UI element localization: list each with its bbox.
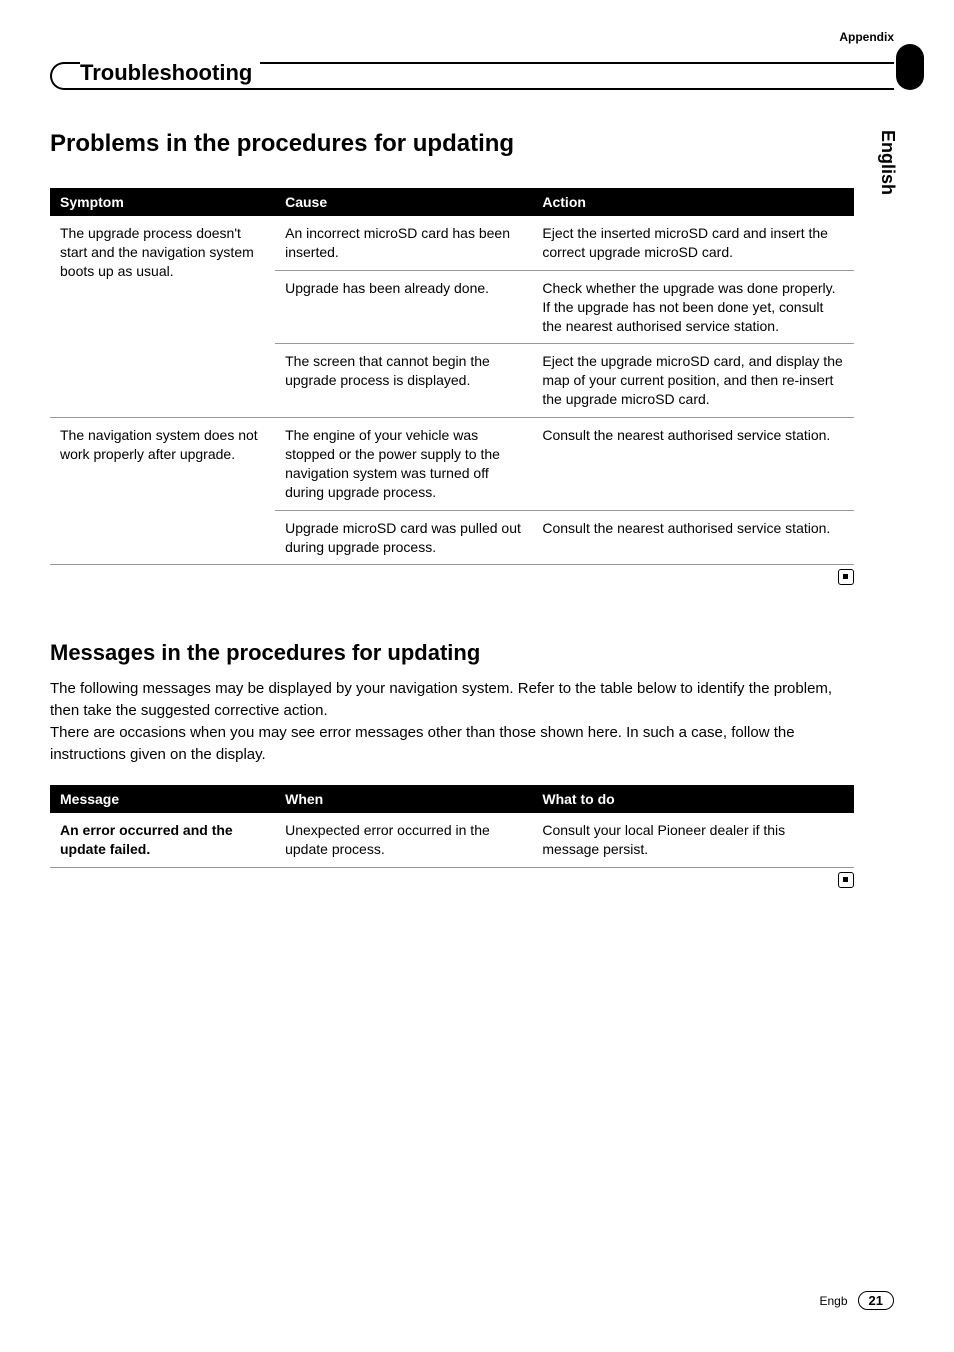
td-cause: Upgrade microSD card was pulled out duri… [275,510,532,565]
table-header-row: Symptom Cause Action [50,188,854,216]
th-whattodo: What to do [532,785,854,813]
th-action: Action [532,188,854,216]
stop-icon [838,872,854,888]
table-row: The upgrade process doesn't start and th… [50,216,854,270]
language-label: English [877,130,898,195]
th-symptom: Symptom [50,188,275,216]
title-line-bottom [70,88,894,90]
td-symptom: The upgrade process doesn't start and th… [50,216,275,418]
problems-table: Symptom Cause Action The upgrade process… [50,188,854,565]
section-end-marker [50,569,854,590]
main-content: Problems in the procedures for updating … [50,130,854,893]
td-action: Check whether the upgrade was done prope… [532,270,854,344]
td-cause: The screen that cannot begin the upgrade… [275,344,532,418]
stop-icon [838,569,854,585]
intro-p2: There are occasions when you may see err… [50,724,795,763]
td-action: Consult the nearest authorised service s… [532,510,854,565]
td-cause: The engine of your vehicle was stopped o… [275,418,532,511]
td-cause: An incorrect microSD card has been inser… [275,216,532,270]
appendix-label: Appendix [839,30,894,44]
side-tab [896,44,924,90]
messages-table: Message When What to do An error occurre… [50,785,854,868]
td-message: An error occurred and the update failed. [50,813,275,867]
td-action: Consult the nearest authorised service s… [532,418,854,511]
intro-p1: The following messages may be displayed … [50,680,832,719]
title-bar: Troubleshooting [50,62,894,90]
th-when: When [275,785,532,813]
table-row: An error occurred and the update failed.… [50,813,854,867]
table-row: The navigation system does not work prop… [50,418,854,511]
section-end-marker [50,872,854,893]
section-title: Troubleshooting [80,60,260,86]
page-number: 21 [858,1291,894,1310]
td-when: Unexpected error occurred in the update … [275,813,532,867]
footer-lang-code: Engb [820,1294,848,1308]
page-footer: Engb 21 [820,1291,895,1310]
td-symptom: The navigation system does not work prop… [50,418,275,565]
th-message: Message [50,785,275,813]
td-action: Consult your local Pioneer dealer if thi… [532,813,854,867]
td-action: Eject the upgrade microSD card, and disp… [532,344,854,418]
td-cause: Upgrade has been already done. [275,270,532,344]
td-action: Eject the inserted microSD card and inse… [532,216,854,270]
heading-messages: Messages in the procedures for updating [50,640,854,666]
heading-problems: Problems in the procedures for updating [50,130,854,158]
intro-paragraph: The following messages may be displayed … [50,678,854,765]
table-header-row: Message When What to do [50,785,854,813]
th-cause: Cause [275,188,532,216]
